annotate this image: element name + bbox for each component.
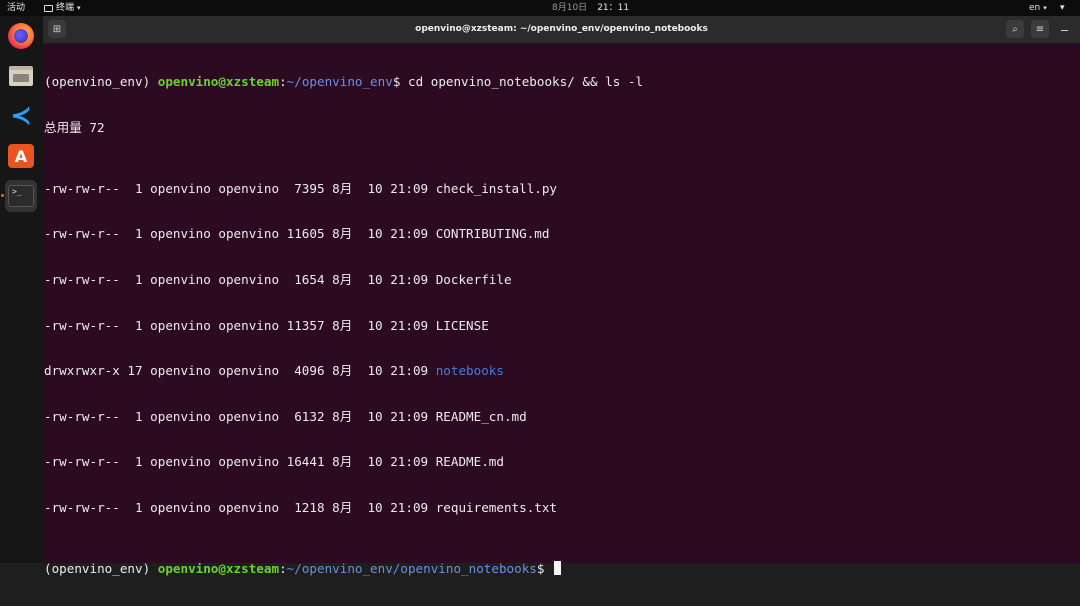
software-center-icon: A xyxy=(8,144,34,168)
dock: ≺ A >_ xyxy=(0,16,43,563)
system-menu-icon[interactable]: ▾ xyxy=(1060,0,1065,16)
list-item: -rw-rw-r-- 1 openvino openvino 11357 8月 … xyxy=(44,318,1080,333)
terminal-mini-icon xyxy=(44,4,53,12)
firefox-icon xyxy=(8,23,34,49)
entry-meta: -rw-rw-r-- 1 openvino openvino 7395 8月 1… xyxy=(44,180,436,196)
entry-name: check_install.py xyxy=(435,180,558,196)
terminal-window: ⊞ openvino@xzsteam: ~/openvino_env/openv… xyxy=(43,16,1080,576)
activities-button[interactable]: 活动 xyxy=(7,0,25,16)
command-text: cd openvino_notebooks/ && ls -l xyxy=(407,74,644,90)
chevron-down-icon: ▾ xyxy=(1043,4,1047,12)
app-menu[interactable]: 终端 ▾ xyxy=(44,0,81,16)
prompt-suffix: $ xyxy=(392,74,408,90)
prompt-line: (openvino_env) openvino@xzsteam:~/openvi… xyxy=(44,560,1080,576)
terminal-icon: >_ xyxy=(8,185,34,207)
terminal-output[interactable]: (openvino_env) openvino@xzsteam:~/openvi… xyxy=(43,44,1080,575)
prompt-path: ~/openvino_env/openvino_notebooks xyxy=(286,560,537,576)
clock[interactable]: 8月10日 21：11 xyxy=(552,0,629,16)
prompt-path: ~/openvino_env xyxy=(286,74,393,90)
list-item: -rw-rw-r-- 1 openvino openvino 7395 8月 1… xyxy=(44,181,1080,196)
dock-item-terminal[interactable]: >_ xyxy=(5,180,37,212)
prompt-colon: : xyxy=(279,74,287,90)
clock-time: 21：11 xyxy=(597,3,630,13)
entry-meta: -rw-rw-r-- 1 openvino openvino 6132 8月 1… xyxy=(44,408,436,424)
entry-name: LICENSE xyxy=(435,317,489,333)
list-item: -rw-rw-r-- 1 openvino openvino 6132 8月 1… xyxy=(44,409,1080,424)
app-menu-label: 终端 xyxy=(56,3,75,13)
clock-date: 8月10日 xyxy=(552,3,588,13)
list-item: -rw-rw-r-- 1 openvino openvino 1654 8月 1… xyxy=(44,272,1080,287)
prompt-colon: : xyxy=(279,560,287,576)
list-item: -rw-rw-r-- 1 openvino openvino 16441 8月 … xyxy=(44,454,1080,469)
vscode-icon: ≺ xyxy=(10,101,32,131)
entry-meta: -rw-rw-r-- 1 openvino openvino 1654 8月 1… xyxy=(44,271,436,287)
new-tab-icon[interactable]: ⊞ xyxy=(48,20,66,38)
search-icon[interactable]: ⌕ xyxy=(1006,20,1024,38)
entry-meta: drwxrwxr-x 17 openvino openvino 4096 8月 … xyxy=(44,363,436,379)
prompt-env: (openvino_env) xyxy=(44,560,158,576)
entry-meta: -rw-rw-r-- 1 openvino openvino 11605 8月 … xyxy=(44,226,436,242)
list-item: -rw-rw-r-- 1 openvino openvino 11605 8月 … xyxy=(44,226,1080,241)
prompt-line: (openvino_env) openvino@xzsteam:~/openvi… xyxy=(44,74,1080,89)
prompt-user: openvino@xzsteam xyxy=(157,74,280,90)
prompt-user: openvino@xzsteam xyxy=(157,560,280,576)
entry-name: README_cn.md xyxy=(435,408,527,424)
title-bar[interactable]: ⊞ openvino@xzsteam: ~/openvino_env/openv… xyxy=(43,16,1080,44)
entry-meta: -rw-rw-r-- 1 openvino openvino 1218 8月 1… xyxy=(44,499,436,515)
list-item: drwxrwxr-x 17 openvino openvino 4096 8月 … xyxy=(44,363,1080,378)
dock-item-software-center[interactable]: A xyxy=(5,140,37,172)
entry-name: Dockerfile xyxy=(435,271,512,287)
entry-meta: -rw-rw-r-- 1 openvino openvino 11357 8月 … xyxy=(44,317,436,333)
dock-item-vscode[interactable]: ≺ xyxy=(5,100,37,132)
chevron-down-icon: ▾ xyxy=(77,4,81,12)
running-indicator xyxy=(1,194,4,197)
input-method-menu[interactable]: en ▾ xyxy=(1029,0,1047,16)
entry-name: CONTRIBUTING.md xyxy=(435,226,550,242)
input-method-label: en xyxy=(1029,3,1041,13)
window-title: openvino@xzsteam: ~/openvino_env/openvin… xyxy=(415,24,708,34)
dock-item-files[interactable] xyxy=(5,60,37,92)
total-line: 总用量 72 xyxy=(44,120,105,135)
entry-name: requirements.txt xyxy=(435,499,558,515)
hamburger-menu-icon[interactable]: ≡ xyxy=(1031,20,1049,38)
minimize-icon[interactable] xyxy=(1055,20,1073,38)
entry-meta: -rw-rw-r-- 1 openvino openvino 16441 8月 … xyxy=(44,454,436,470)
prompt-env: (openvino_env) xyxy=(44,74,158,90)
prompt-suffix: $ xyxy=(536,560,553,576)
entry-name: README.md xyxy=(435,454,504,470)
top-bar: 活动 终端 ▾ 8月10日 21：11 en ▾ ▾ xyxy=(0,0,1080,16)
dock-item-firefox[interactable] xyxy=(5,20,37,52)
list-item: -rw-rw-r-- 1 openvino openvino 1218 8月 1… xyxy=(44,500,1080,515)
files-icon xyxy=(9,66,33,86)
entry-name-directory: notebooks xyxy=(435,363,504,379)
